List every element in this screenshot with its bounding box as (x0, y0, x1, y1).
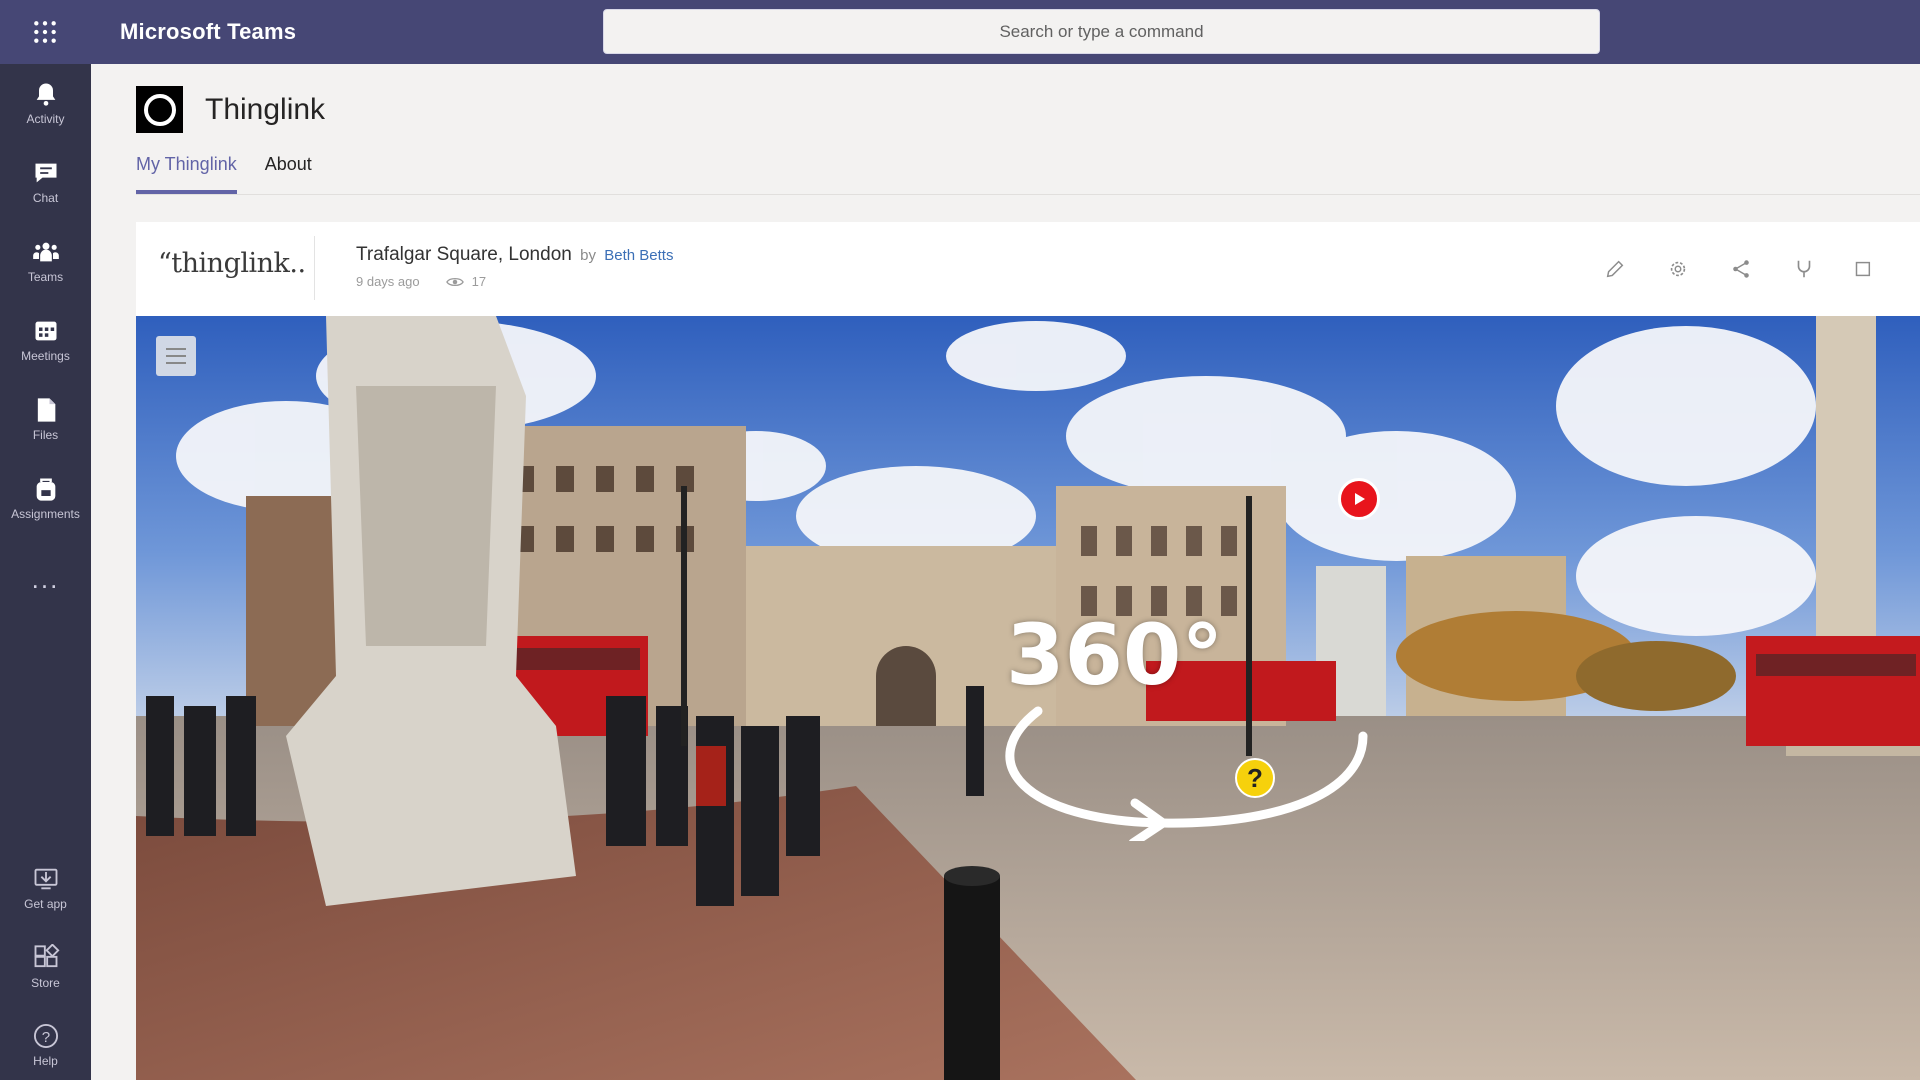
bell-icon (36, 83, 55, 106)
thinglink-brand[interactable]: “thinglink.. (158, 248, 306, 279)
more-icon (1855, 261, 1871, 277)
tab-my-thinglink[interactable]: My Thinglink (136, 154, 237, 194)
post-title-row: Trafalgar Square, London by Beth Betts (356, 244, 673, 266)
rail-label: Chat (32, 191, 59, 205)
scene-menu-button[interactable] (156, 336, 196, 376)
view-count: 17 (471, 274, 487, 289)
tabs-divider (136, 194, 1920, 195)
post-by: by (580, 247, 596, 264)
thinglink-logo-icon (136, 86, 183, 133)
rail-item-teams[interactable]: Teams (0, 226, 91, 296)
branch-icon (1797, 260, 1811, 278)
main-content: Thinglink My Thinglink About “thinglink.… (91, 64, 1920, 1080)
thinglink-card: “thinglink.. Trafalgar Square, London by… (136, 222, 1920, 1080)
post-title: Trafalgar Square, London (356, 244, 572, 265)
backpack-icon (36, 478, 55, 501)
rotate-arrow-icon (1005, 706, 1368, 841)
rail-label: Files (32, 428, 59, 442)
more-button[interactable] (1848, 255, 1876, 283)
chat-icon (35, 163, 56, 183)
header-divider (314, 236, 315, 300)
rail-item-meetings[interactable]: Meetings (0, 305, 91, 375)
store-icon (34, 944, 60, 968)
rail-label: Meetings (21, 349, 70, 363)
more-apps-button[interactable]: ... (0, 544, 91, 614)
settings-icon (1670, 261, 1686, 277)
remix-button[interactable] (1790, 255, 1818, 283)
rail-item-activity[interactable]: Activity (0, 68, 91, 138)
rail-label: Activity (26, 112, 65, 126)
rail-label: Help (33, 1054, 58, 1068)
rail-item-assignments[interactable]: Assignments (0, 463, 91, 533)
question-hotspot[interactable]: ? (1235, 758, 1275, 798)
post-author-link[interactable]: Beth Betts (604, 247, 673, 264)
download-icon (34, 868, 57, 890)
rail-label: Get app (24, 897, 67, 911)
app-launcher-button[interactable] (0, 0, 90, 64)
app-title: Microsoft Teams (120, 19, 297, 44)
video-hotspot[interactable] (1338, 478, 1380, 520)
rail-item-store[interactable]: Store (0, 932, 91, 1002)
edit-button[interactable] (1601, 255, 1629, 283)
app-header: Thinglink (136, 86, 325, 133)
rail-item-get-app[interactable]: Get app (0, 853, 91, 923)
calendar-icon (35, 321, 56, 341)
settings-button[interactable] (1664, 255, 1692, 283)
page-title: Thinglink (205, 92, 326, 126)
search-input[interactable]: Search or type a command (603, 9, 1600, 54)
rail-label: Store (31, 976, 60, 990)
waffle-icon (34, 21, 56, 43)
help-icon: ? (33, 1023, 58, 1049)
post-meta: 9 days ago 17 (356, 274, 486, 289)
edit-icon (1606, 260, 1624, 278)
share-button[interactable] (1727, 255, 1755, 283)
search-placeholder: Search or type a command (999, 21, 1204, 41)
rail-item-chat[interactable]: Chat (0, 147, 91, 217)
title-bar: Microsoft Teams Search or type a command (0, 0, 1920, 64)
tab-about[interactable]: About (265, 154, 312, 194)
post-date: 9 days ago (356, 274, 420, 289)
play-icon (1355, 493, 1365, 505)
rail-label: Assignments (11, 507, 80, 521)
file-icon (37, 398, 55, 422)
eye-icon (445, 277, 464, 286)
panorama-viewer[interactable]: 360° ? (136, 316, 1920, 1080)
svg-text:?: ? (41, 1029, 49, 1046)
card-header: “thinglink.. Trafalgar Square, London by… (136, 222, 1920, 316)
badge-360-label: 360° (1006, 606, 1224, 704)
app-bar: Activity Chat Teams Meetings Files Assig… (0, 64, 91, 1080)
rail-item-help[interactable]: ? Help (0, 1010, 91, 1080)
tab-strip: My Thinglink About (136, 154, 340, 194)
share-icon (1733, 260, 1749, 278)
rail-item-files[interactable]: Files (0, 384, 91, 454)
rail-label: Teams (27, 270, 64, 284)
teams-icon (32, 242, 59, 262)
